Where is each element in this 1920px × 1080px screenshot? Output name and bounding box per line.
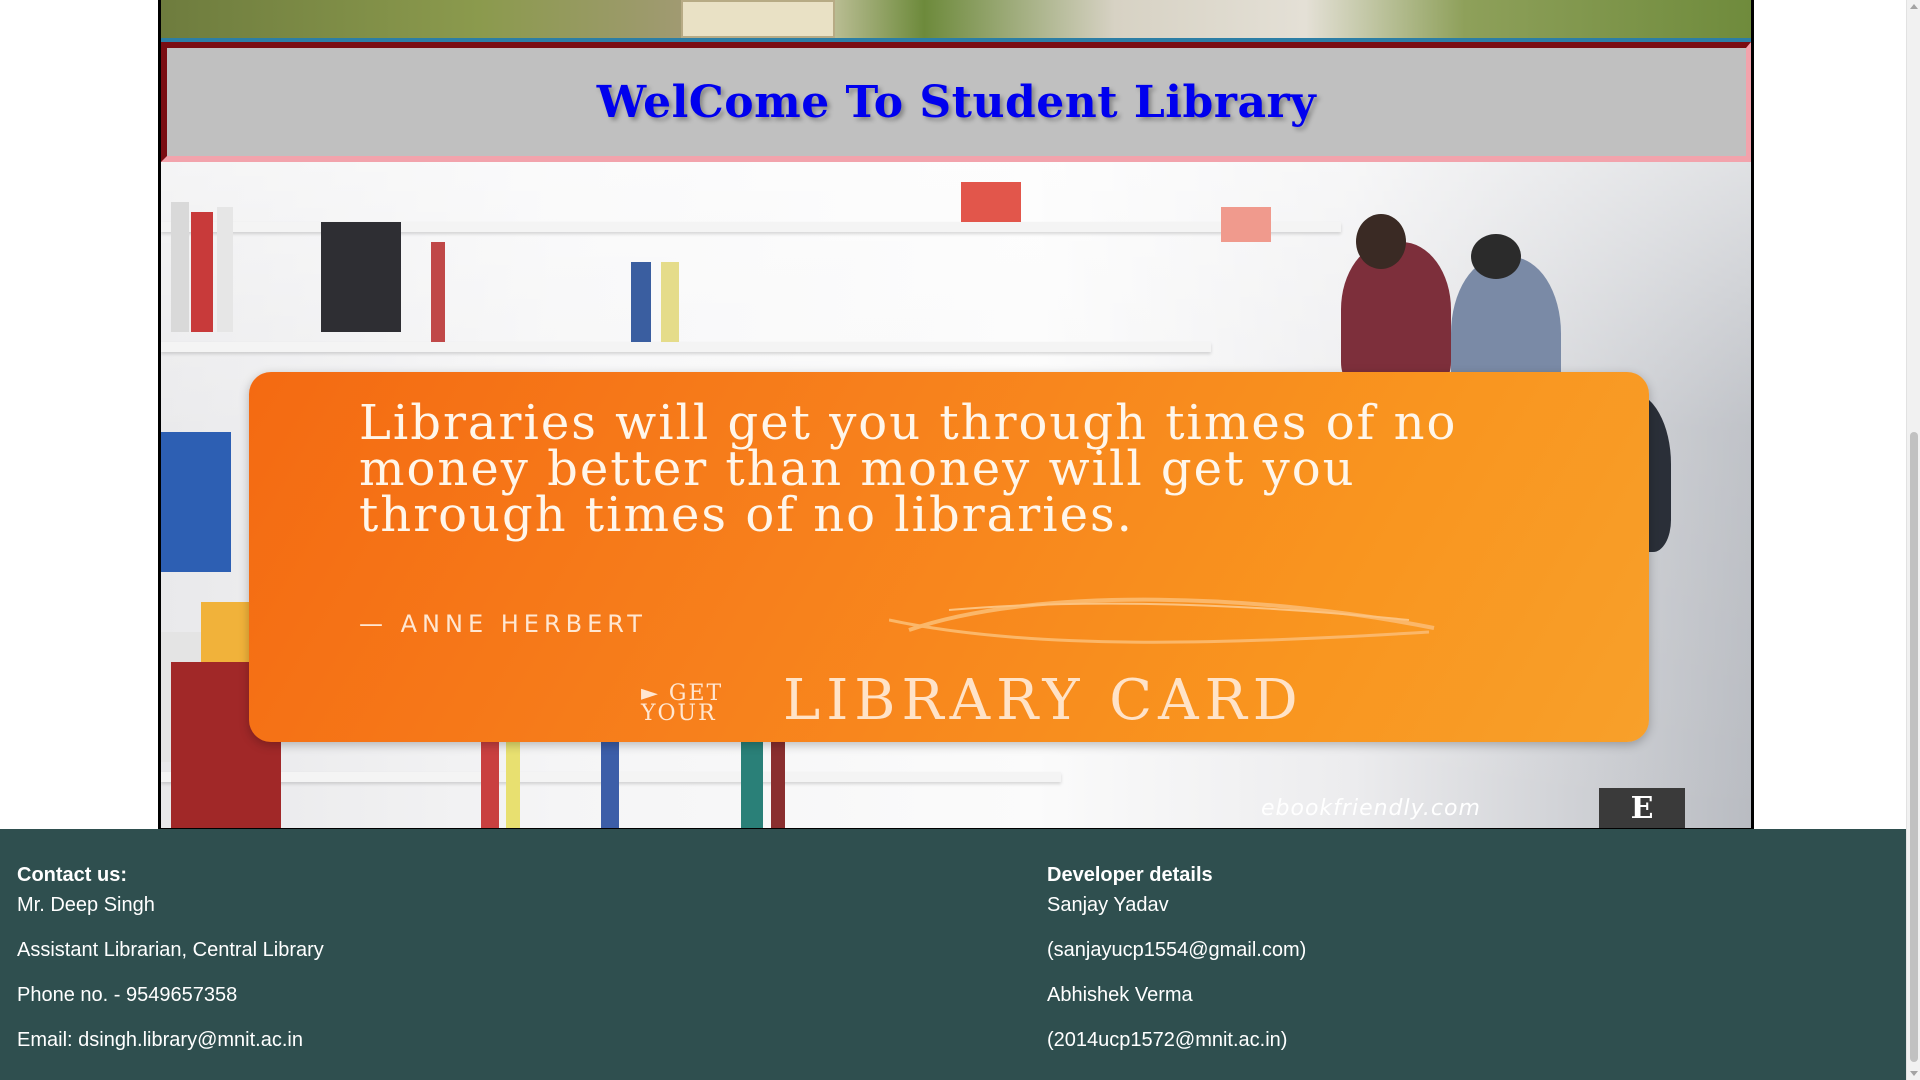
contact-role: Assistant Librarian, Central Library — [17, 939, 324, 961]
quote-author: — ANNE HERBERT — [359, 610, 647, 638]
campus-building-shape — [681, 0, 835, 38]
student-head — [1471, 234, 1521, 279]
developer-section: Developer details Sanjay Yadav (sanjayuc… — [1047, 863, 1306, 1073]
source-site-text: ebookfriendly.com — [1261, 796, 1481, 821]
book — [961, 182, 1021, 222]
book — [161, 432, 231, 572]
cta-prefix: ► GET YOUR — [641, 683, 723, 726]
page-title: WelCome To Student Library — [596, 76, 1317, 128]
book — [661, 262, 679, 342]
developer-heading: Developer details — [1047, 864, 1213, 886]
quote-card: Libraries will get you through times of … — [249, 372, 1649, 742]
decorative-swoosh — [889, 597, 1435, 644]
book — [631, 262, 651, 342]
title-banner: WelCome To Student Library — [161, 42, 1751, 162]
developer-email: (2014ucp1572@mnit.ac.in) — [1047, 1029, 1288, 1051]
scroll-up-arrow-icon[interactable] — [1910, 4, 1918, 9]
shelf — [161, 342, 1211, 352]
book — [431, 242, 445, 342]
campus-header-image — [161, 0, 1751, 42]
student-figure — [1341, 242, 1451, 392]
developer-name: Sanjay Yadav — [1047, 894, 1169, 916]
cta-library-card: LIBRARY CARD — [783, 668, 1304, 733]
book — [321, 222, 401, 332]
book — [1221, 207, 1271, 242]
contact-email: Email: dsingh.library@mnit.ac.in — [17, 1029, 303, 1051]
developer-name: Abhishek Verma — [1047, 984, 1193, 1006]
student-head — [1356, 214, 1406, 269]
main-frame: WelCome To Student Library Libraries wil… — [158, 0, 1754, 830]
scroll-down-arrow-icon[interactable] — [1910, 1071, 1918, 1076]
vertical-scrollbar[interactable] — [1906, 0, 1920, 1080]
book — [171, 202, 189, 332]
footer: Contact us: Mr. Deep Singh Assistant Lib… — [0, 829, 1906, 1080]
contact-name: Mr. Deep Singh — [17, 894, 155, 916]
ebookfriendly-logo: E — [1599, 788, 1685, 828]
cta-prefix-line2: YOUR — [641, 701, 717, 726]
book — [217, 207, 233, 332]
book — [191, 212, 213, 332]
library-poster-image: Libraries will get you through times of … — [161, 162, 1751, 828]
contact-phone: Phone no. - 9549657358 — [17, 984, 238, 1006]
developer-email: (sanjayucp1554@gmail.com) — [1047, 939, 1307, 961]
quote-text: Libraries will get you through times of … — [359, 395, 1458, 543]
contact-section: Contact us: Mr. Deep Singh Assistant Lib… — [17, 863, 324, 1073]
scrollbar-thumb[interactable] — [1910, 432, 1918, 1062]
page: WelCome To Student Library Libraries wil… — [0, 0, 1920, 1080]
contact-heading: Contact us: — [17, 864, 127, 886]
